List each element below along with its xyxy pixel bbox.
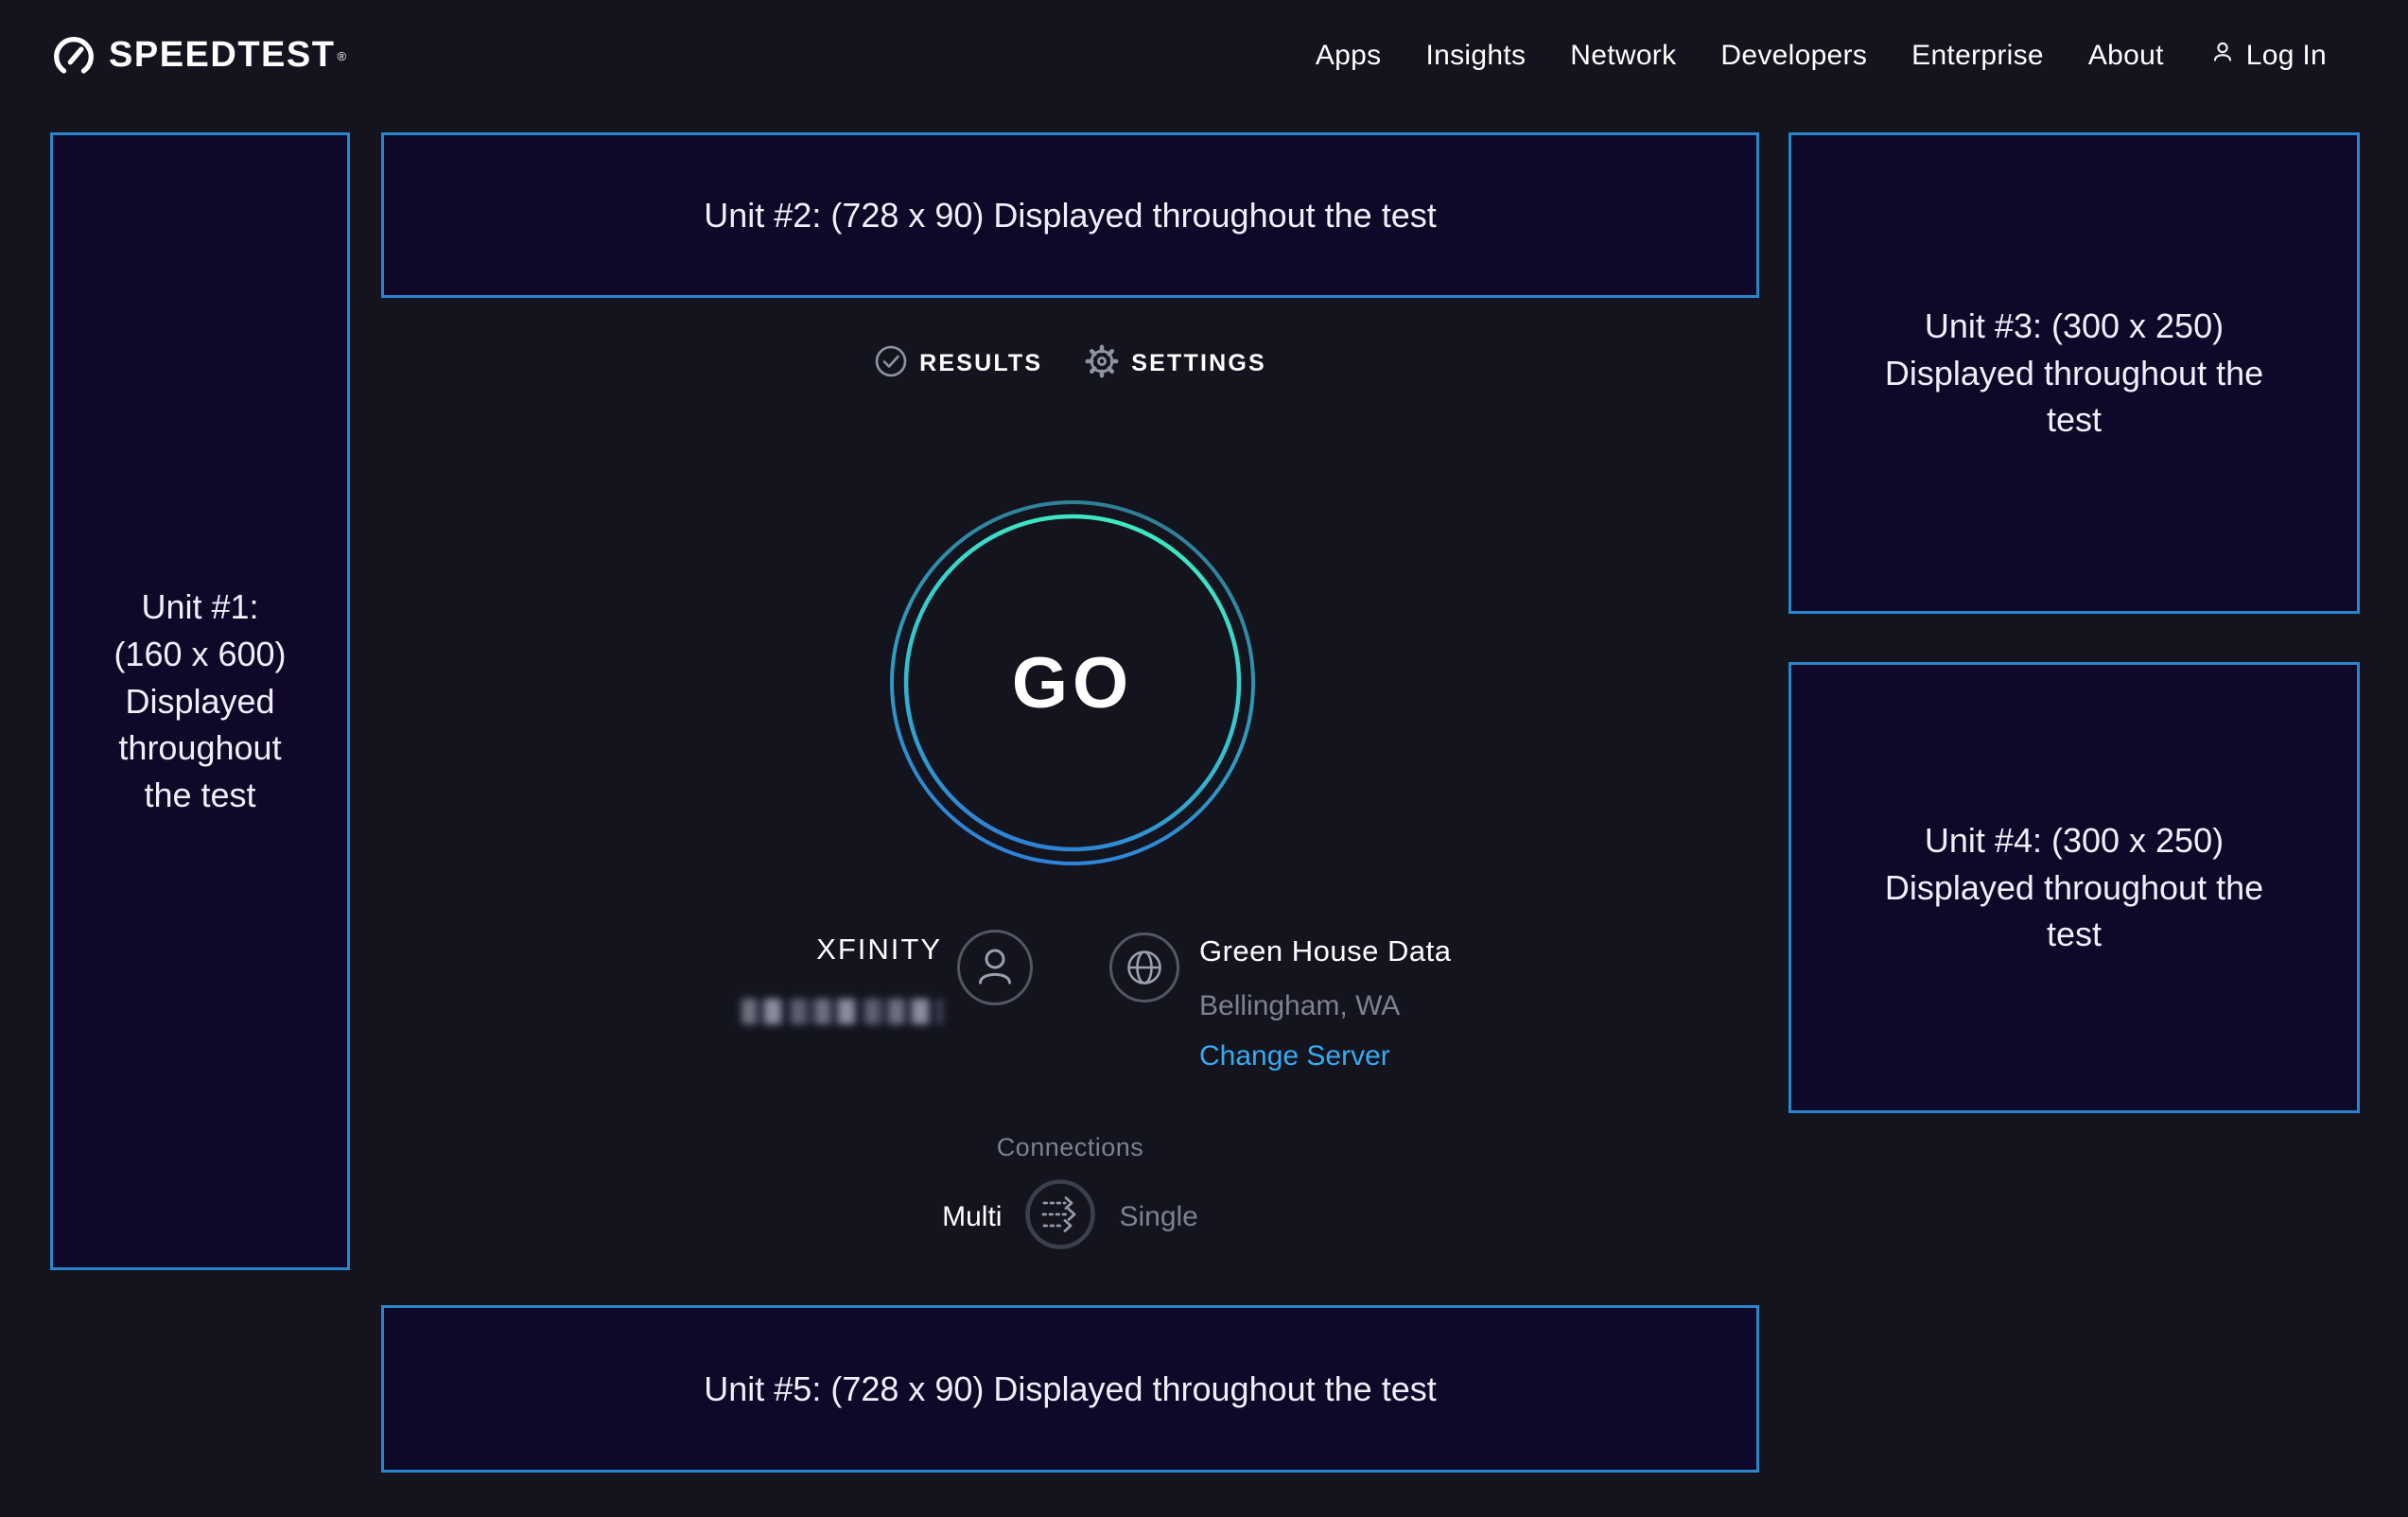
speedtest-gauge-icon bbox=[52, 33, 96, 78]
provider-ip-redacted bbox=[742, 999, 942, 1024]
multi-connection-icon[interactable] bbox=[1024, 1178, 1096, 1255]
ad-unit-1[interactable]: Unit #1: (160 x 600) Displayed throughou… bbox=[50, 132, 350, 1270]
nav-item-developers[interactable]: Developers bbox=[1720, 40, 1867, 72]
tab-settings[interactable]: SETTINGS bbox=[1084, 343, 1266, 384]
ad-unit-2-text: Unit #2: (728 x 90) Displayed throughout… bbox=[704, 192, 1436, 239]
tab-results-label: RESULTS bbox=[919, 350, 1042, 377]
ad-unit-5-text: Unit #5: (728 x 90) Displayed throughout… bbox=[704, 1366, 1436, 1413]
check-circle-icon bbox=[874, 344, 908, 383]
server-name: Green House Data bbox=[1199, 934, 1451, 968]
ad-unit-4[interactable]: Unit #4: (300 x 250) Displayed throughou… bbox=[1789, 662, 2360, 1113]
go-button-label: GO bbox=[883, 494, 1262, 872]
connections-label: Connections bbox=[381, 1133, 1759, 1162]
nav-item-enterprise[interactable]: Enterprise bbox=[1911, 40, 2044, 72]
ad-unit-1-text: Unit #1: (160 x 600) Displayed throughou… bbox=[103, 584, 297, 818]
ad-unit-3-text: Unit #3: (300 x 250) Displayed throughou… bbox=[1876, 303, 2273, 444]
tab-results[interactable]: RESULTS bbox=[874, 343, 1042, 384]
provider-name: XFINITY bbox=[816, 933, 942, 967]
ad-unit-3[interactable]: Unit #3: (300 x 250) Displayed throughou… bbox=[1789, 132, 2360, 614]
speedtest-page: SPEEDTEST® Apps Insights Network Develop… bbox=[0, 0, 2408, 1517]
user-circle-icon[interactable] bbox=[956, 929, 1034, 1011]
logo-trademark: ® bbox=[337, 49, 346, 63]
speedtest-logo[interactable]: SPEEDTEST® bbox=[52, 33, 346, 78]
globe-icon[interactable] bbox=[1108, 932, 1180, 1008]
ad-unit-2[interactable]: Unit #2: (728 x 90) Displayed throughout… bbox=[381, 132, 1759, 298]
nav-item-insights[interactable]: Insights bbox=[1425, 40, 1526, 72]
gear-icon bbox=[1084, 343, 1120, 384]
go-button[interactable]: GO bbox=[883, 494, 1262, 872]
nav-item-apps[interactable]: Apps bbox=[1316, 40, 1382, 72]
connections-toggle: Multi Single bbox=[381, 1178, 1759, 1255]
logo-text: SPEEDTEST bbox=[109, 35, 335, 75]
main-nav: Apps Insights Network Developers Enterpr… bbox=[1316, 38, 2327, 74]
server-location: Bellingham, WA bbox=[1199, 990, 1400, 1022]
connections-option-multi[interactable]: Multi bbox=[942, 1201, 1002, 1233]
change-server-link[interactable]: Change Server bbox=[1199, 1040, 1390, 1072]
ad-unit-4-text: Unit #4: (300 x 250) Displayed throughou… bbox=[1876, 817, 2273, 958]
connections-option-single[interactable]: Single bbox=[1119, 1201, 1197, 1233]
nav-item-login[interactable]: Log In bbox=[2208, 38, 2327, 74]
nav-item-about[interactable]: About bbox=[2088, 40, 2164, 72]
tab-settings-label: SETTINGS bbox=[1131, 350, 1266, 377]
top-nav-bar: SPEEDTEST® Apps Insights Network Develop… bbox=[0, 0, 2408, 112]
tabs-bar: RESULTS SETTINGS bbox=[381, 343, 1759, 384]
user-icon bbox=[2208, 38, 2237, 74]
login-label: Log In bbox=[2246, 40, 2327, 72]
nav-item-network[interactable]: Network bbox=[1570, 40, 1676, 72]
ad-unit-5[interactable]: Unit #5: (728 x 90) Displayed throughout… bbox=[381, 1305, 1759, 1473]
